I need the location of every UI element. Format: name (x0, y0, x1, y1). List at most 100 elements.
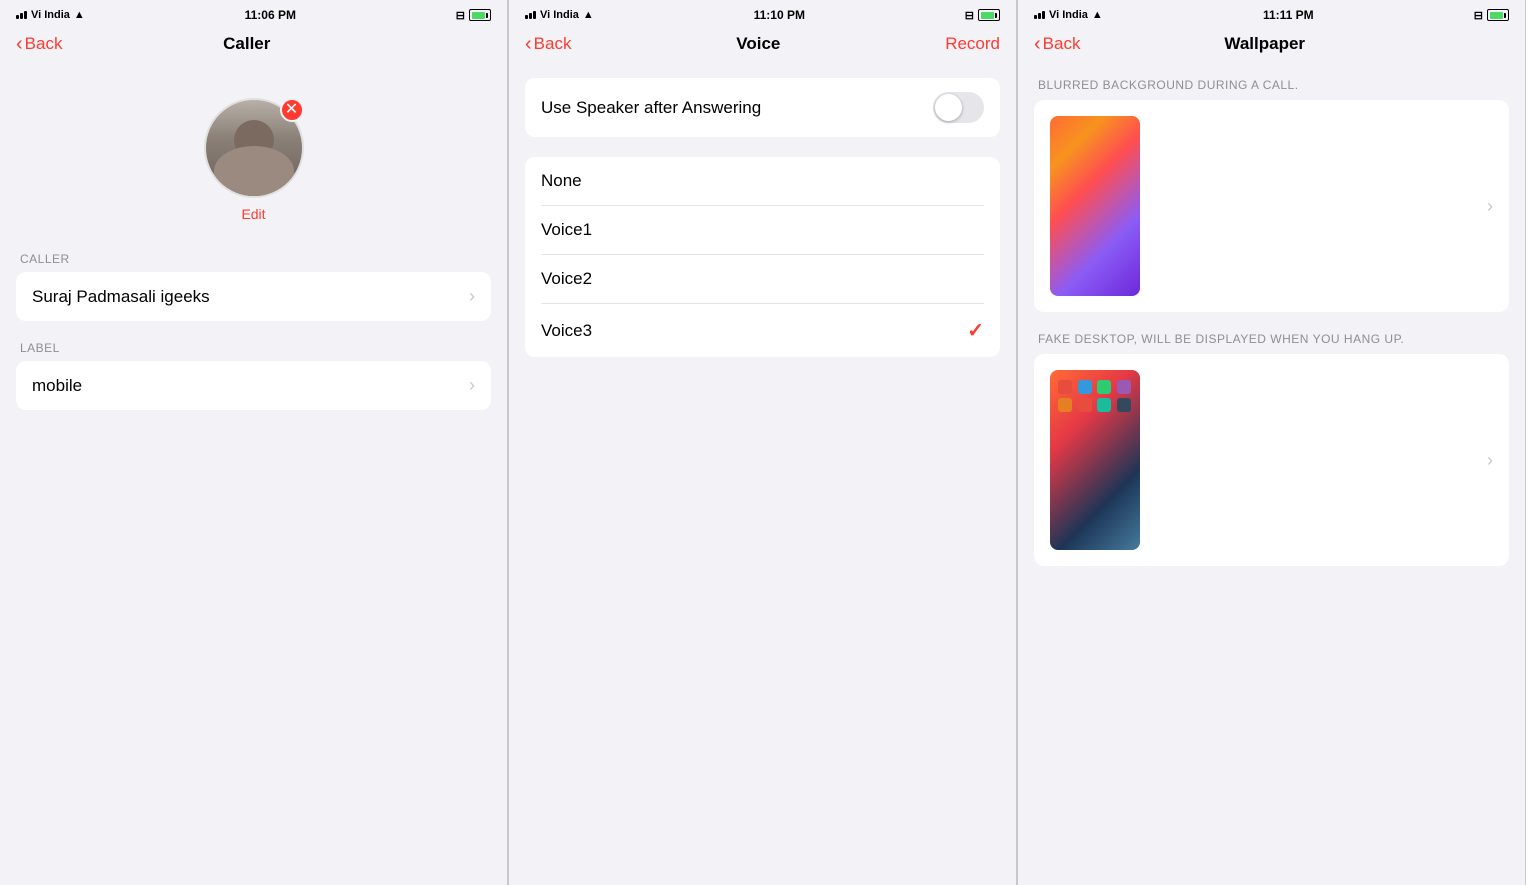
battery-tip-2 (995, 13, 997, 18)
edit-avatar-button[interactable]: Edit (241, 206, 265, 222)
voice-row-1[interactable]: Voice1 (541, 206, 984, 255)
phone-screen-3: Vi India ▲ 11:11 PM ⊟ ‹ Back Wallpaper B… (1018, 0, 1526, 885)
status-right-3: ⊟ (1474, 9, 1509, 22)
battery-fill-1 (472, 12, 485, 19)
desktop-icon (1097, 380, 1111, 394)
wp-preview-1 (1050, 116, 1140, 296)
wp-chevron-icon-1: › (1487, 196, 1493, 217)
battery-icon-3 (1487, 9, 1509, 21)
carrier-label-1: Vi India (31, 9, 70, 21)
status-left-3: Vi India ▲ (1034, 9, 1103, 21)
signal-bar (533, 11, 536, 19)
page-title-2: Voice (736, 34, 780, 54)
record-button[interactable]: Record (945, 34, 1000, 54)
speaker-toggle-card: Use Speaker after Answering (525, 78, 1000, 137)
signal-bars-2 (525, 11, 536, 19)
wifi-icon-1: ▲ (74, 9, 85, 21)
back-chevron-3: ‹ (1034, 34, 1041, 54)
speaker-toggle-label: Use Speaker after Answering (541, 98, 761, 118)
signal-bars-1 (16, 11, 27, 19)
content-3: BLURRED BACKGROUND DURING A CALL. › FAKE… (1018, 62, 1525, 885)
checkmark-icon: ✓ (967, 318, 984, 343)
time-1: 11:06 PM (245, 8, 296, 22)
signal-bar (529, 13, 532, 19)
wp-card-1[interactable]: › (1034, 100, 1509, 312)
status-right-1: ⊟ (456, 9, 491, 22)
voice-name-none: None (541, 171, 582, 191)
label-value: mobile (32, 376, 82, 396)
wp-desktop-preview (1050, 370, 1140, 550)
desktop-icon (1058, 380, 1072, 394)
back-button-3[interactable]: ‹ Back (1034, 34, 1080, 54)
wp-section-1-label: BLURRED BACKGROUND DURING A CALL. (1034, 78, 1509, 92)
desktop-icons (1058, 380, 1132, 412)
charging-icon-1: ⊟ (456, 9, 465, 22)
battery-fill-2 (981, 12, 994, 19)
label-section-label: LABEL (16, 341, 491, 355)
battery-icon-2 (978, 9, 1000, 21)
back-label-1: Back (25, 34, 63, 54)
desktop-icon (1117, 380, 1131, 394)
toggle-knob (935, 94, 962, 121)
back-label-3: Back (1043, 34, 1081, 54)
charging-icon-3: ⊟ (1474, 9, 1483, 22)
time-2: 11:10 PM (754, 8, 805, 22)
remove-avatar-button[interactable]: ✕ (280, 98, 304, 122)
charging-icon-2: ⊟ (965, 9, 974, 22)
status-left-1: Vi India ▲ (16, 9, 85, 21)
voice-name-1: Voice1 (541, 220, 592, 240)
voice-row-3[interactable]: Voice3 ✓ (541, 304, 984, 357)
caller-item[interactable]: Suraj Padmasali igeeks › (32, 272, 475, 321)
back-button-1[interactable]: ‹ Back (16, 34, 62, 54)
nav-bar-1: ‹ Back Caller (0, 28, 507, 62)
voice-name-3: Voice3 (541, 321, 592, 341)
signal-bar (20, 13, 23, 19)
nav-bar-3: ‹ Back Wallpaper (1018, 28, 1525, 62)
signal-bar (1034, 15, 1037, 19)
caller-value: Suraj Padmasali igeeks (32, 287, 210, 307)
time-3: 11:11 PM (1263, 8, 1314, 22)
desktop-icon (1097, 398, 1111, 412)
status-bar-3: Vi India ▲ 11:11 PM ⊟ (1018, 0, 1525, 28)
status-bar-1: Vi India ▲ 11:06 PM ⊟ (0, 0, 507, 28)
status-right-2: ⊟ (965, 9, 1000, 22)
caller-chevron-icon: › (469, 286, 475, 307)
voice-row-2[interactable]: Voice2 (541, 255, 984, 304)
phone-screen-1: Vi India ▲ 11:06 PM ⊟ ‹ Back Caller (0, 0, 508, 885)
caller-row[interactable]: Suraj Padmasali igeeks › (16, 272, 491, 321)
back-button-2[interactable]: ‹ Back (525, 34, 571, 54)
desktop-icon (1117, 398, 1131, 412)
label-row[interactable]: mobile › (16, 361, 491, 410)
back-chevron-1: ‹ (16, 34, 23, 54)
desktop-icon (1078, 398, 1092, 412)
signal-bars-3 (1034, 11, 1045, 19)
desktop-icon (1078, 380, 1092, 394)
page-title-3: Wallpaper (1224, 34, 1305, 54)
battery-tip-3 (1504, 13, 1506, 18)
label-chevron-icon: › (469, 375, 475, 396)
speaker-toggle-switch[interactable] (933, 92, 984, 123)
battery-fill-3 (1490, 12, 1503, 19)
wifi-icon-2: ▲ (583, 9, 594, 21)
back-label-2: Back (534, 34, 572, 54)
status-bar-2: Vi India ▲ 11:10 PM ⊟ (509, 0, 1016, 28)
nav-bar-2: ‹ Back Voice Record (509, 28, 1016, 62)
signal-bar (525, 15, 528, 19)
voice-row-none[interactable]: None (541, 157, 984, 206)
wp-gradient-1 (1050, 116, 1140, 296)
carrier-label-2: Vi India (540, 9, 579, 21)
battery-icon-1 (469, 9, 491, 21)
wp-chevron-icon-2: › (1487, 450, 1493, 471)
signal-bar (24, 11, 27, 19)
carrier-label-3: Vi India (1049, 9, 1088, 21)
voice-list: None Voice1 Voice2 Voice3 ✓ (525, 157, 1000, 357)
wp-card-2[interactable]: › (1034, 354, 1509, 566)
caller-section-label: CALLER (16, 252, 491, 266)
phone-screen-2: Vi India ▲ 11:10 PM ⊟ ‹ Back Voice Recor… (509, 0, 1017, 885)
battery-tip-1 (486, 13, 488, 18)
content-1: ✕ Edit CALLER Suraj Padmasali igeeks › L… (0, 62, 507, 885)
avatar-wrapper: ✕ (204, 98, 304, 198)
content-2: Use Speaker after Answering None Voice1 … (509, 62, 1016, 885)
label-item[interactable]: mobile › (32, 361, 475, 410)
signal-bar (16, 15, 19, 19)
